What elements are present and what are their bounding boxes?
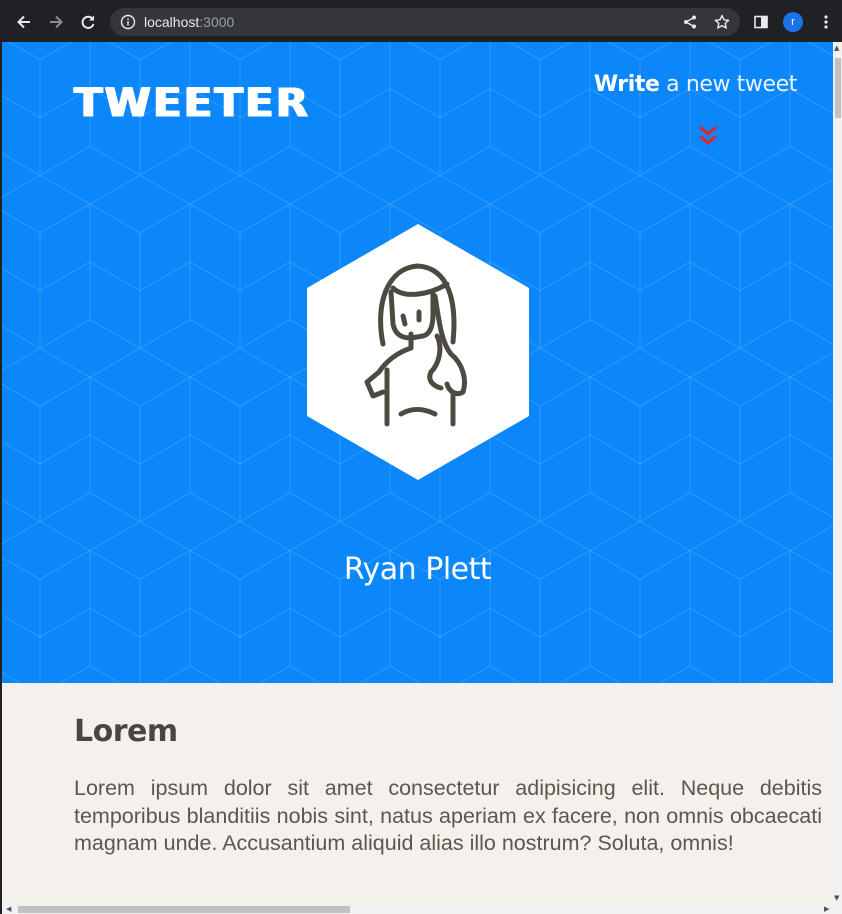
side-panel-button[interactable] [747, 8, 775, 36]
kebab-menu-icon [824, 15, 828, 29]
page-viewport: TWEETER Write a new tweet Ryan Plett Lor… [2, 42, 842, 914]
compose-text: a new tweet [659, 72, 797, 97]
url-port: :3000 [199, 14, 235, 30]
address-bar[interactable]: localhost:3000 [110, 8, 740, 36]
bookmark-button[interactable] [708, 8, 736, 36]
reload-button[interactable] [74, 8, 102, 36]
article-title: Lorem [74, 714, 178, 749]
scroll-up-arrow-icon[interactable]: ▲ [834, 44, 839, 52]
share-icon [684, 15, 696, 29]
article: Lorem Lorem ipsum dolor sit amet consect… [74, 714, 822, 858]
article-body: Lorem ipsum dolor sit amet consectetur a… [74, 776, 822, 855]
browser-toolbar: localhost:3000 r [0, 0, 842, 42]
arrow-left-icon [17, 15, 30, 29]
vertical-scrollbar-thumb[interactable] [835, 58, 841, 118]
scroll-right-arrow-icon[interactable]: ▶ [824, 905, 829, 913]
menu-button[interactable] [812, 8, 840, 36]
compose-bold-text: Write [593, 72, 660, 97]
arrow-right-icon [50, 15, 63, 29]
side-panel-icon [754, 15, 768, 29]
url-host: localhost [144, 14, 200, 30]
back-button[interactable] [10, 8, 38, 36]
horizontal-scrollbar-thumb[interactable] [18, 906, 350, 913]
info-icon[interactable] [120, 14, 136, 30]
profile-name: Ryan Plett [343, 552, 492, 587]
profile-header: TWEETER Write a new tweet Ryan Plett [2, 42, 833, 683]
compose-link[interactable]: Write a new tweet [593, 72, 798, 97]
star-icon [714, 14, 730, 29]
url-text[interactable]: localhost:3000 [144, 14, 234, 30]
scroll-down-arrow-icon[interactable]: ▼ [834, 894, 839, 902]
share-button[interactable] [676, 8, 704, 36]
site-logo[interactable]: TWEETER [74, 79, 310, 126]
forward-button[interactable] [42, 8, 70, 36]
reload-icon [81, 15, 95, 29]
profile-avatar[interactable]: r [783, 12, 803, 32]
avatar-hexagon [307, 224, 529, 480]
scroll-left-arrow-icon[interactable]: ◀ [6, 905, 11, 913]
double-chevron-down-icon[interactable] [697, 124, 719, 148]
vertical-scrollbar[interactable] [833, 42, 842, 904]
